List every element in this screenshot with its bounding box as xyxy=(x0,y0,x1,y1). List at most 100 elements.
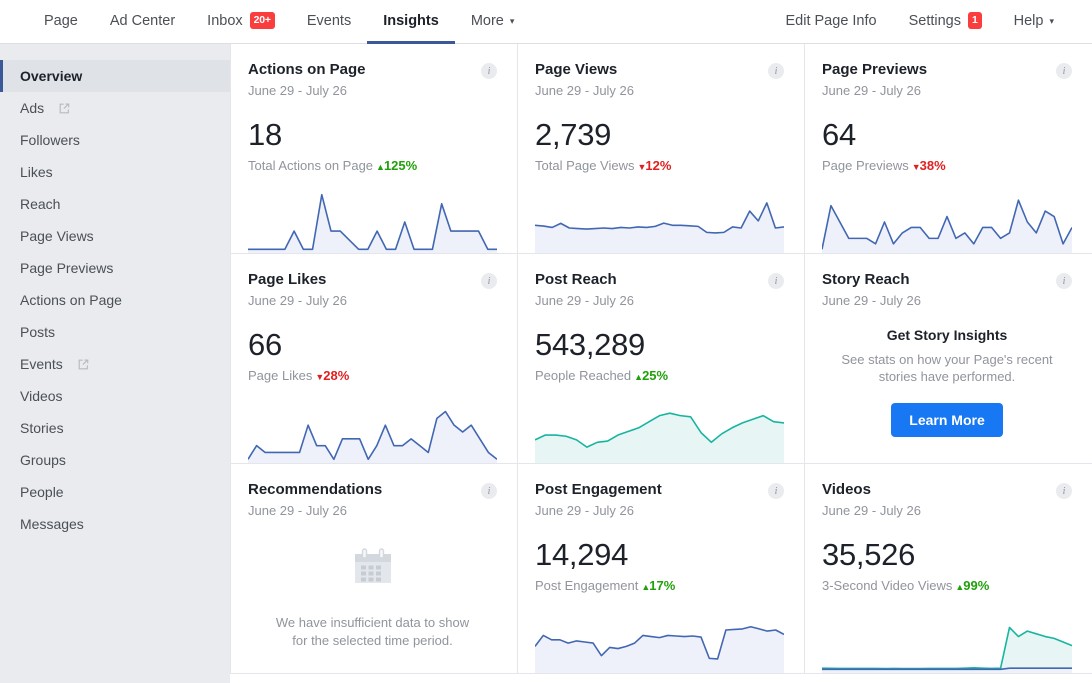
sparkline-chart xyxy=(535,611,784,673)
sidebar-item-posts[interactable]: Posts xyxy=(0,316,230,348)
insight-card-page-previews[interactable]: Page PreviewsJune 29 - July 26 i 64 Page Pr… xyxy=(805,44,1092,254)
sidebar-item-label: Actions on Page xyxy=(20,293,122,307)
sidebar-item-label: Page Views xyxy=(20,229,94,243)
card-metric-value: 18 xyxy=(248,119,497,150)
card-title: Post Reach xyxy=(535,271,634,289)
card-metric-sublabel: People Reached▲25% xyxy=(535,368,784,384)
nav-item-inbox[interactable]: Inbox20+ xyxy=(191,0,291,44)
info-icon[interactable]: i xyxy=(481,273,497,289)
info-icon[interactable]: i xyxy=(768,63,784,79)
card-title-wrap: Post EngagementJune 29 - July 26 xyxy=(535,481,662,519)
sparkline-chart xyxy=(822,191,1072,253)
nav-item-label: Page xyxy=(44,13,78,29)
metric-delta-value: 38% xyxy=(920,158,946,173)
sidebar-item-overview[interactable]: Overview xyxy=(0,60,230,92)
external-link-icon xyxy=(58,102,71,115)
nav-item-label: Help xyxy=(1014,13,1044,29)
metric-delta: ▲25% xyxy=(634,368,668,383)
sidebar-item-videos[interactable]: Videos xyxy=(0,380,230,412)
sidebar-item-actions-on-page[interactable]: Actions on Page xyxy=(0,284,230,316)
insight-card-post-engagement[interactable]: Post EngagementJune 29 - July 26i14,294P… xyxy=(518,464,805,674)
story-insights-promo: Get Story InsightsSee stats on how your … xyxy=(822,327,1072,437)
chevron-down-icon: ▾ xyxy=(510,16,515,27)
sidebar-item-page-views[interactable]: Page Views xyxy=(0,220,230,252)
card-title: Post Engagement xyxy=(535,481,662,499)
metric-delta: ▲125% xyxy=(376,158,417,173)
sidebar-item-label: Groups xyxy=(20,453,66,467)
chevron-down-icon: ▾ xyxy=(1049,16,1054,27)
sidebar-item-label: Ads xyxy=(20,101,44,115)
nav-item-label: Edit Page Info xyxy=(786,13,877,29)
card-date-range: June 29 - July 26 xyxy=(535,293,634,309)
nav-item-insights[interactable]: Insights xyxy=(367,0,455,44)
external-link-icon xyxy=(77,358,90,371)
metric-delta-value: 17% xyxy=(649,578,675,593)
sidebar-item-reach[interactable]: Reach xyxy=(0,188,230,220)
info-icon[interactable]: i xyxy=(481,483,497,499)
nav-item-edit-page-info[interactable]: Edit Page Info xyxy=(770,0,893,44)
sidebar-item-followers[interactable]: Followers xyxy=(0,124,230,156)
nav-badge-settings: 1 xyxy=(968,12,982,30)
nav-item-events[interactable]: Events xyxy=(291,0,367,44)
card-date-range: June 29 - July 26 xyxy=(248,83,366,99)
sidebar-item-messages[interactable]: Messages xyxy=(0,508,230,540)
card-title: Page Views xyxy=(535,61,634,79)
insight-card-page-views[interactable]: Page ViewsJune 29 - July 26i2,739Total P… xyxy=(518,44,805,254)
card-header: Actions on Page June 29 - July 26 i xyxy=(248,61,497,99)
info-icon[interactable]: i xyxy=(1056,483,1072,499)
card-title: Page Previews xyxy=(822,61,927,79)
sidebar-item-events[interactable]: Events xyxy=(0,348,230,380)
card-title: Recommendations xyxy=(248,481,382,499)
card-title-wrap: Actions on Page June 29 - July 26 xyxy=(248,61,366,99)
info-icon[interactable]: i xyxy=(1056,273,1072,289)
card-header: Post Reach June 29 - July 26 i xyxy=(535,271,784,309)
sidebar-item-page-previews[interactable]: Page Previews xyxy=(0,252,230,284)
sidebar-item-label: Overview xyxy=(20,69,82,83)
nav-item-label: More xyxy=(471,13,504,29)
promo-title: Get Story Insights xyxy=(822,327,1072,343)
learn-more-button[interactable]: Learn More xyxy=(891,403,1002,437)
card-header: Page LikesJune 29 - July 26 i xyxy=(248,271,497,309)
insight-card-page-likes[interactable]: Page LikesJune 29 - July 26i66Page Likes… xyxy=(231,254,518,464)
info-icon[interactable]: i xyxy=(481,63,497,79)
insight-card-post-reach[interactable]: Post ReachJune 29 - July 26i543,289Peopl… xyxy=(518,254,805,464)
card-title: Actions on Page xyxy=(248,61,366,79)
calendar-icon xyxy=(248,545,497,594)
card-date-range: June 29 - July 26 xyxy=(248,293,347,309)
card-header: RecommendationsJune 29 - July 26i xyxy=(248,481,497,519)
metric-delta-value: 12% xyxy=(645,158,671,173)
card-title-wrap: Page ViewsJune 29 - July 26 xyxy=(535,61,634,99)
card-metric-value: 2,739 xyxy=(535,119,784,150)
metric-delta-value: 25% xyxy=(642,368,668,383)
sidebar-item-ads[interactable]: Ads xyxy=(0,92,230,124)
card-title-wrap: Page PreviewsJune 29 - July 26 xyxy=(822,61,927,99)
empty-state-text: We have insufficient data to show for th… xyxy=(248,614,497,650)
card-metric-sublabel: Post Engagement▲17% xyxy=(535,578,784,594)
nav-item-help[interactable]: Help ▾ xyxy=(998,0,1070,44)
insight-card-recommendations[interactable]: RecommendationsJune 29 - July 26i We have… xyxy=(231,464,518,674)
sidebar-item-people[interactable]: People xyxy=(0,476,230,508)
info-icon[interactable]: i xyxy=(768,273,784,289)
sidebar-item-label: Messages xyxy=(20,517,84,531)
sidebar-item-label: Page Previews xyxy=(20,261,113,275)
nav-item-ad-center[interactable]: Ad Center xyxy=(94,0,191,44)
sidebar-item-groups[interactable]: Groups xyxy=(0,444,230,476)
metric-sublabel-text: Total Actions on Page xyxy=(248,158,373,173)
card-metric-sublabel: Page Previews▼38% xyxy=(822,158,1072,174)
card-metric-value: 64 xyxy=(822,119,1072,150)
sidebar-item-likes[interactable]: Likes xyxy=(0,156,230,188)
nav-item-page[interactable]: Page xyxy=(28,0,94,44)
insight-card-actions-on-page[interactable]: Actions on Page June 29 - July 26 i 18 Total… xyxy=(231,44,518,254)
empty-state: We have insufficient data to show for th… xyxy=(248,545,497,650)
sidebar-item-label: Reach xyxy=(20,197,60,211)
insight-card-videos[interactable]: VideosJune 29 - July 26i35,5263-Second V… xyxy=(805,464,1092,674)
info-icon[interactable]: i xyxy=(1056,63,1072,79)
info-icon[interactable]: i xyxy=(768,483,784,499)
nav-item-settings[interactable]: Settings1 xyxy=(893,0,998,44)
card-title-wrap: Page LikesJune 29 - July 26 xyxy=(248,271,347,309)
nav-item-label: Insights xyxy=(383,13,439,29)
insight-card-story-reach[interactable]: Story ReachJune 29 - July 26iGet Story I… xyxy=(805,254,1092,464)
sidebar-item-stories[interactable]: Stories xyxy=(0,412,230,444)
sparkline-chart xyxy=(248,191,497,253)
nav-item-more[interactable]: More ▾ xyxy=(455,0,531,44)
